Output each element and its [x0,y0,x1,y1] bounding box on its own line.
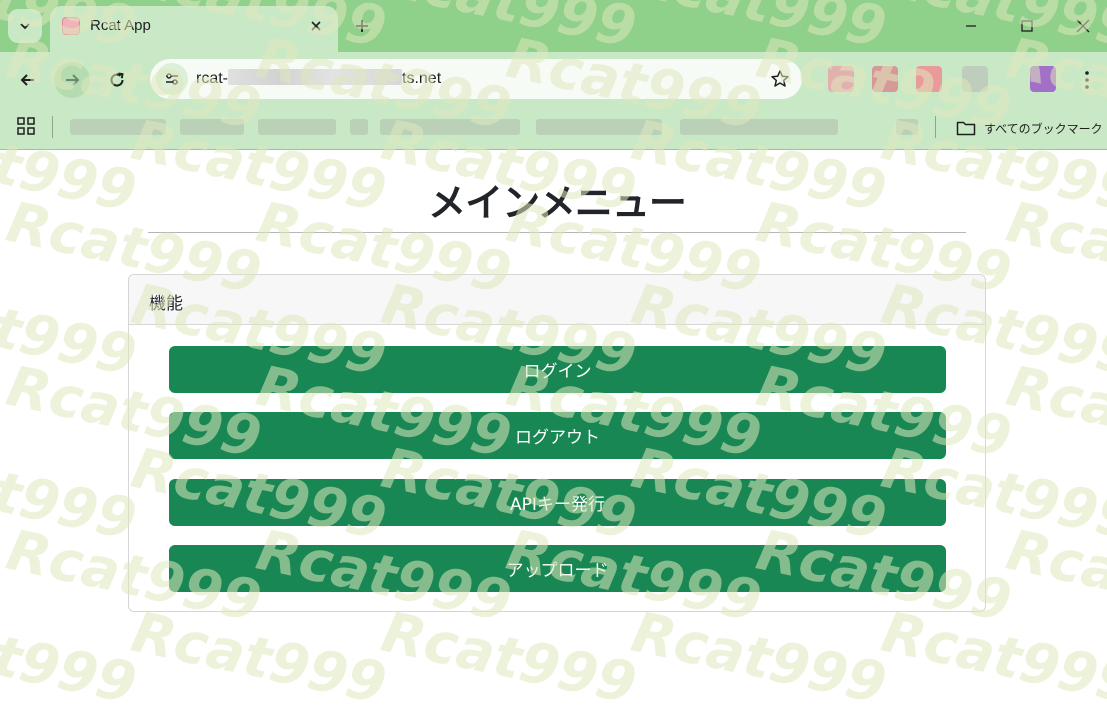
arrow-left-icon [20,74,34,86]
logout-button[interactable]: ログアウト [169,412,946,459]
profile-avatar[interactable] [1030,66,1056,92]
extension-icon[interactable] [962,66,988,92]
back-button[interactable] [10,62,46,98]
browser-menu-button[interactable] [1077,66,1097,94]
reload-button[interactable] [99,62,135,98]
star-icon [771,70,789,87]
all-bookmarks-label: すべてのブックマーク [984,121,1103,136]
chevron-down-icon [20,23,30,30]
bookmark-item[interactable] [258,119,336,135]
maximize-button[interactable] [1004,6,1050,46]
page-title: メインメニュー [428,181,687,225]
bookmarks-bar: すべてのブックマーク [0,108,1107,148]
url-suffix: ts.net [402,70,442,87]
minimize-icon [966,25,976,27]
upload-button[interactable]: アップロード [169,545,946,592]
arrow-right-icon [66,74,80,86]
close-icon [1076,19,1090,33]
issue-api-key-button[interactable]: APIキー発行 [169,479,946,526]
apps-grid-button[interactable] [16,116,38,138]
url-redacted-segment [228,69,402,85]
forward-button[interactable] [54,62,90,98]
bookmark-item[interactable] [70,119,166,135]
extension-icon[interactable] [828,66,854,92]
minimize-button[interactable] [948,6,994,46]
site-info-button[interactable] [156,63,188,95]
tab-title: Rcat App [90,17,151,34]
bookmark-star-button[interactable] [768,67,792,91]
window-close-button[interactable] [1060,6,1106,46]
bookmark-item[interactable] [536,119,662,135]
card-header: 機能 [129,275,985,325]
apps-grid-icon [17,117,35,135]
url-prefix: rcat- [196,70,228,87]
tab-strip: Rcat App [0,0,1107,52]
features-card: 機能 ログイン ログアウト APIキー発行 アップロード [128,274,986,612]
folder-icon [956,121,976,136]
title-divider [148,232,966,233]
close-icon [311,21,321,31]
url-text: rcat-ts.net [196,69,441,88]
plus-icon [356,20,368,32]
browser-toolbar: rcat-ts.net [0,52,1107,108]
maximize-icon [1021,20,1033,32]
reload-icon [110,72,124,87]
address-bar[interactable]: rcat-ts.net [150,59,802,99]
login-button[interactable]: ログイン [169,346,946,393]
app-favicon-icon [62,17,80,35]
all-bookmarks-button[interactable]: すべてのブックマーク [956,114,1103,142]
browser-chrome: Rcat App rcat- ts.net すべてのブックマーク [0,0,1107,150]
bookmark-item[interactable] [896,119,918,135]
extension-icon[interactable] [872,66,898,92]
new-tab-button[interactable] [348,12,376,40]
bookmarks-divider [935,116,936,138]
bookmark-item[interactable] [680,119,838,135]
bookmark-item[interactable] [180,119,244,135]
tab-search-button[interactable] [8,9,42,43]
bookmark-item[interactable] [350,119,368,135]
bookmarks-divider [52,116,53,138]
card-header-title: 機能 [149,294,183,314]
active-tab[interactable]: Rcat App [50,6,338,52]
tab-close-button[interactable] [304,14,328,38]
tune-icon [166,73,178,85]
more-vertical-icon [1085,71,1089,89]
page-content: メインメニュー 機能 ログイン ログアウト APIキー発行 アップロード [0,150,1107,720]
extension-icon[interactable] [916,66,942,92]
bookmark-item[interactable] [380,119,520,135]
